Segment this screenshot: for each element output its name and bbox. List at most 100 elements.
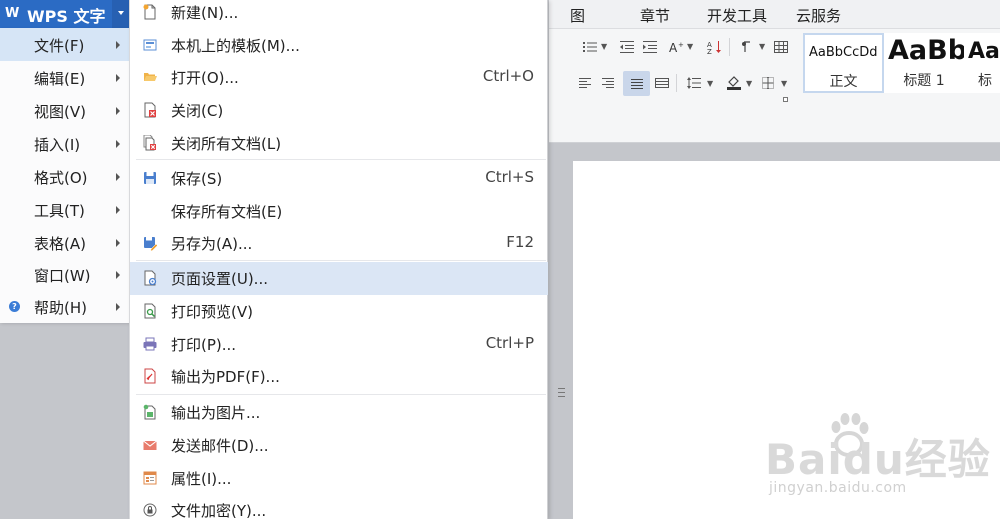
- menu-item-label: 页面设置(U)...: [171, 270, 268, 288]
- chevron-down-icon[interactable]: ▼: [781, 79, 787, 88]
- menu-item-label: 打开(O)...: [171, 69, 239, 87]
- menu-item-export-image[interactable]: 输出为图片...: [130, 396, 548, 429]
- svg-text:+: +: [678, 41, 684, 49]
- style-sample: Aa: [968, 39, 1000, 64]
- align-left-icon[interactable]: [576, 74, 594, 92]
- menu-item-view[interactable]: 视图(V): [0, 94, 130, 127]
- menu-item-file[interactable]: 文件(F): [0, 28, 130, 61]
- font-size-icon[interactable]: A +: [668, 38, 686, 56]
- watermark-text: Baidu经验: [765, 435, 991, 484]
- image-export-icon: [143, 404, 156, 420]
- ribbon-tabs: 图 章节 开发工具 云服务: [549, 0, 1000, 28]
- menu-item-properties[interactable]: 属性(I)...: [130, 462, 548, 495]
- tab-chapter[interactable]: 章节: [640, 5, 670, 26]
- menu-item-shortcut: Ctrl+P: [485, 334, 534, 352]
- style-heading-1[interactable]: AaBb 标题 1: [884, 33, 964, 93]
- menu-item-new[interactable]: 新建(N)...: [130, 0, 548, 29]
- menu-item-label: 文件(F): [34, 37, 85, 55]
- menu-item-label: 表格(A): [34, 235, 86, 253]
- numbered-list-icon[interactable]: [581, 38, 599, 56]
- chevron-right-icon: [116, 74, 120, 82]
- style-name: 标题 1: [903, 73, 945, 89]
- menu-separator: [136, 260, 546, 261]
- sort-icon[interactable]: AZ: [706, 38, 724, 56]
- increase-indent-icon[interactable]: [641, 38, 659, 56]
- shading-fill-icon[interactable]: [725, 73, 743, 91]
- menu-item-open[interactable]: 打开(O)... Ctrl+O: [130, 61, 548, 94]
- style-sample: AaBbCcDd: [809, 45, 878, 60]
- close-all-icon: [143, 135, 156, 151]
- chevron-down-icon[interactable]: ▼: [746, 79, 752, 88]
- chevron-right-icon: [116, 173, 120, 181]
- chevron-right-icon: [116, 206, 120, 214]
- distributed-align-icon[interactable]: [653, 74, 671, 92]
- menu-item-encrypt[interactable]: 文件加密(Y)...: [130, 494, 548, 519]
- chevron-down-icon[interactable]: ▼: [759, 42, 765, 51]
- main-menu: 文件(F) 编辑(E) 视图(V) 插入(I) 格式(O) 工具(T) 表格(A…: [0, 28, 130, 323]
- paragraph-mark-icon[interactable]: [737, 38, 755, 56]
- decrease-indent-icon[interactable]: [618, 38, 636, 56]
- chevron-right-icon: [116, 107, 120, 115]
- close-document-icon: [144, 102, 156, 118]
- save-icon: [144, 172, 156, 184]
- chevron-down-icon[interactable]: [112, 0, 130, 28]
- style-normal[interactable]: AaBbCcDd 正文: [803, 33, 884, 93]
- style-heading-2[interactable]: Aa 标: [964, 33, 1000, 93]
- ribbon: 图 章节 开发工具 云服务 ▼ A + ▼ AZ ▼ ▼ ▼ ▼ AaBbCcD…: [549, 0, 1000, 143]
- menu-item-save-all[interactable]: 保存所有文档(E): [130, 195, 548, 228]
- menu-item-close-all[interactable]: 关闭所有文档(L): [130, 127, 548, 160]
- tab-developer-tools[interactable]: 开发工具: [707, 5, 767, 26]
- chevron-right-icon: [116, 271, 120, 279]
- print-preview-icon: [144, 303, 156, 319]
- paragraph-dialog-launcher[interactable]: [783, 97, 788, 102]
- pdf-icon: [144, 368, 156, 384]
- menu-item-shortcut: Ctrl+S: [485, 168, 534, 186]
- folder-open-icon: [144, 73, 157, 81]
- app-title: WPS 文字: [27, 7, 106, 26]
- tab-cloud-service[interactable]: 云服务: [796, 5, 841, 26]
- menu-item-export-pdf[interactable]: 输出为PDF(F)...: [130, 360, 548, 393]
- menu-item-edit[interactable]: 编辑(E): [0, 61, 130, 94]
- wps-app-button[interactable]: W WPS 文字: [0, 0, 130, 28]
- chevron-down-icon[interactable]: ▼: [707, 79, 713, 88]
- style-name: 标: [978, 73, 992, 89]
- menu-item-close[interactable]: 关闭(C): [130, 94, 548, 127]
- menu-separator: [136, 159, 546, 160]
- tab-view-partial[interactable]: 图: [570, 5, 585, 26]
- menu-item-local-templates[interactable]: 本机上的模板(M)...: [130, 29, 548, 62]
- menu-item-print[interactable]: 打印(P)... Ctrl+P: [130, 328, 548, 361]
- ribbon-divider: [549, 28, 1000, 29]
- border-icon[interactable]: [759, 74, 777, 92]
- menu-item-save[interactable]: 保存(S) Ctrl+S: [130, 162, 548, 195]
- watermark-url: jingyan.baidu.com: [769, 480, 907, 496]
- chevron-down-icon[interactable]: ▼: [601, 42, 607, 51]
- menu-item-shortcut: F12: [506, 233, 534, 251]
- new-document-icon: [143, 4, 156, 20]
- menu-item-send-mail[interactable]: 发送邮件(D)...: [130, 429, 548, 462]
- menu-item-insert[interactable]: 插入(I): [0, 127, 130, 160]
- menu-item-save-as[interactable]: 另存为(A)... F12: [130, 227, 548, 260]
- menu-separator: [136, 394, 546, 395]
- menu-item-window[interactable]: 窗口(W): [0, 258, 130, 291]
- menu-item-tools[interactable]: 工具(T): [0, 193, 130, 226]
- chevron-down-icon[interactable]: ▼: [687, 42, 693, 51]
- justify-icon[interactable]: [623, 71, 650, 96]
- menu-item-label: 编辑(E): [34, 70, 86, 88]
- style-sample: AaBb: [888, 35, 964, 66]
- style-gallery: AaBbCcDd 正文 AaBb 标题 1 Aa 标: [803, 33, 1000, 93]
- chevron-right-icon: [116, 140, 120, 148]
- menu-item-help[interactable]: ? 帮助(H): [0, 290, 130, 323]
- splitter-bar[interactable]: [549, 143, 573, 519]
- menu-item-print-preview[interactable]: 打印预览(V): [130, 295, 548, 328]
- svg-text:Z: Z: [707, 48, 712, 54]
- menu-item-label: 窗口(W): [34, 267, 91, 285]
- table-grid-icon[interactable]: [772, 38, 790, 56]
- line-spacing-icon[interactable]: [685, 74, 703, 92]
- save-as-icon: [144, 237, 157, 251]
- menu-item-format[interactable]: 格式(O): [0, 160, 130, 193]
- menu-item-page-setup[interactable]: 页面设置(U)...: [130, 262, 548, 295]
- splitter-handle[interactable]: [558, 388, 565, 400]
- printer-icon: [143, 337, 157, 351]
- menu-item-table[interactable]: 表格(A): [0, 226, 130, 259]
- align-right-icon[interactable]: [599, 74, 617, 92]
